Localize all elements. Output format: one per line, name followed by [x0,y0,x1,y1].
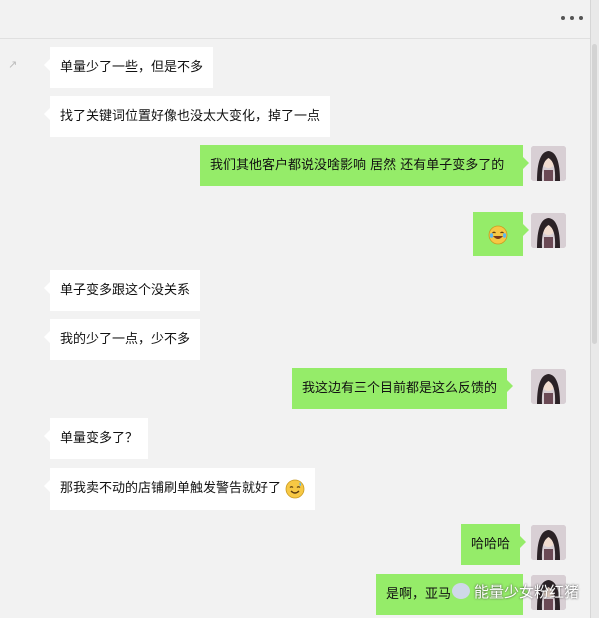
edge-arrow-icon: ↗ [8,58,18,71]
avatar[interactable] [531,525,566,560]
message-outgoing[interactable]: 我这边有三个目前都是这么反馈的 [292,368,514,409]
avatar[interactable] [531,146,566,181]
more-dots-icon[interactable] [561,9,583,27]
message-text: 我这边有三个目前都是这么反馈的 [302,381,498,396]
message-incoming[interactable]: 单量少了一些，但是不多 [43,47,214,88]
message-outgoing-emoji[interactable] [473,212,529,256]
message-incoming[interactable]: 单子变多跟这个没关系 [43,270,201,311]
sweat-smile-emoji [285,479,305,498]
message-text: 单量少了一些，但是不多 [60,60,204,75]
message-incoming[interactable]: 找了关键词位置好像也没太大变化，掉了一点 [43,96,331,137]
avatar[interactable] [531,369,566,404]
message-text: 我们其他客户都说没啥影响 居然 还有单子变多了的 [210,158,505,173]
scrollbar-thumb[interactable] [592,44,597,344]
message-incoming[interactable]: 那我卖不动的店铺刷单触发警告就好了 [43,468,316,510]
message-text: 找了关键词位置好像也没太大变化，掉了一点 [60,109,321,124]
message-incoming[interactable]: 我的少了一点，少不多 [43,319,201,360]
watermark: 能量少女粉红猪 [452,580,579,602]
avatar[interactable] [531,213,566,248]
laughing-tears-emoji [488,225,508,244]
message-incoming[interactable]: 单量变多了？ [43,418,149,459]
message-text: 那我卖不动的店铺刷单触发警告就好了 [60,481,282,496]
message-text: 我的少了一点，少不多 [60,332,191,347]
wechat-official-account-icon [452,583,470,599]
message-text: 单量变多了？ [60,431,139,446]
message-outgoing[interactable]: 哈哈哈 [461,524,527,565]
message-outgoing[interactable]: 我们其他客户都说没啥影响 居然 还有单子变多了的 [200,145,529,186]
chat-header [0,0,599,39]
message-text: 单子变多跟这个没关系 [60,283,191,298]
watermark-text: 能量少女粉红猪 [474,582,580,601]
message-text: 哈哈哈 [471,537,511,552]
message-text: 是啊，亚马 [386,587,452,602]
